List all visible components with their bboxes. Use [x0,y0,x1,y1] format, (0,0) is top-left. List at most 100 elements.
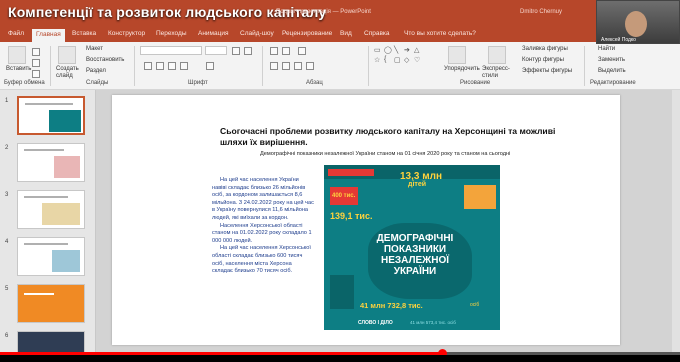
heart-shape-icon[interactable]: ♡ [414,56,420,64]
format-painter-icon[interactable] [32,70,40,78]
indent-icon[interactable] [298,47,306,55]
rectangle-shape-icon[interactable]: ▭ [374,46,381,54]
line-shape-icon[interactable]: ╲ [394,46,398,54]
slide-thumbnail-3[interactable] [17,190,85,229]
arrow-shape-icon[interactable]: ➔ [404,46,410,54]
slovo-i-dilo-logo: СЛОВО І ДІЛО [358,320,393,326]
arrange-button[interactable]: Упорядочить [444,66,480,72]
thumbnail-number: 1 [5,98,9,104]
slide-body-text[interactable]: На цей час населення України навіві скла… [212,177,314,276]
body-paragraph: Населення Херсонської області станом на … [212,222,312,244]
tab-transitions[interactable]: Переходы [156,30,187,37]
stat-139k: 139,1 тис. [330,211,373,221]
shape-fill-button[interactable]: Заливка фигуры [522,46,568,52]
bullets-icon[interactable] [270,47,278,55]
font-color-icon[interactable] [206,62,214,70]
webcam-overlay: Алексей Подко [596,0,680,44]
underline-icon[interactable] [168,62,176,70]
align-center-icon[interactable] [282,62,290,70]
thumbnail-image [54,156,80,178]
slide-title[interactable]: Сьогочасні проблеми розвитку людського к… [220,126,580,148]
italic-icon[interactable] [156,62,164,70]
reset-button[interactable]: Восстановить [86,57,124,63]
thumbnail-title-line [24,243,68,245]
slide-thumbnail-4[interactable] [17,237,85,276]
callout-shape-icon[interactable]: ◇ [404,56,409,64]
tab-review[interactable]: Рецензирование [282,30,332,37]
user-name[interactable]: Dmitro Chernuy [520,9,562,15]
shape-outline-button[interactable]: Контур фигуры [522,57,564,63]
tab-view[interactable]: Вид [340,30,352,37]
tell-me-search[interactable]: Что вы хотите сделать? [404,30,476,37]
find-button[interactable]: Найти [598,46,615,52]
ribbon-divider [584,46,585,86]
font-family-select[interactable] [140,46,202,55]
align-left-icon[interactable] [270,62,278,70]
grow-font-icon[interactable] [232,47,240,55]
font-size-select[interactable] [205,46,227,55]
ribbon-divider [262,46,263,86]
infographic-people-column [330,275,354,309]
align-right-icon[interactable] [294,62,302,70]
thumbnail-number: 3 [5,192,9,198]
copy-icon[interactable] [32,59,40,67]
infographic-orange-box [464,185,496,209]
infographic-headline: ДЕМОГРАФІЧНІ ПОКАЗНИКИ НЕЗАЛЕЖНОЇ УКРАЇН… [376,233,454,277]
replace-button[interactable]: Заменить [598,57,625,63]
tab-help[interactable]: Справка [364,30,390,37]
stat-400k: 400 тис. [332,193,356,199]
tab-home[interactable]: Главная [32,29,65,42]
rounded-rect-shape-icon[interactable]: ▢ [394,56,401,64]
triangle-shape-icon[interactable]: △ [414,46,419,54]
editing-group-label: Редактирование [590,80,636,86]
presenter-name-label: Алексей Подко [601,37,636,43]
thumbnail-number: 4 [5,239,9,245]
thumbnail-number: 6 [5,333,9,339]
thumbnail-image [42,203,80,225]
tab-animations[interactable]: Анимация [198,30,229,37]
tab-insert[interactable]: Вставка [72,30,96,37]
app-title: Подвиг-презентація — PowerPoint [276,9,371,15]
quick-styles-icon[interactable] [488,46,506,64]
slide-thumbnail-1[interactable] [17,96,85,135]
stat-41m-732k: 41 млн 732,8 тис. [360,301,423,310]
numbering-icon[interactable] [282,47,290,55]
thumbnail-title-line [24,149,64,151]
arrange-icon[interactable] [448,46,466,64]
thumbnail-title-line [24,196,68,198]
shrink-font-icon[interactable] [244,47,252,55]
ribbon-divider [134,46,135,86]
paste-button[interactable]: Вставить [6,66,31,72]
shape-effects-button[interactable]: Эффекты фигуры [522,68,572,74]
quick-styles-button[interactable]: Экспресс-стили [482,66,514,80]
thumbnail-image [49,110,81,132]
section-button[interactable]: Раздел [86,68,106,74]
paste-icon[interactable] [8,46,26,64]
tab-slideshow[interactable]: Слайд-шоу [240,30,274,37]
tab-file[interactable]: Файл [8,30,24,37]
tab-design[interactable]: Конструктор [108,30,145,37]
strikethrough-icon[interactable] [180,62,188,70]
demographics-infographic[interactable]: 400 тис. 13,3 млн дітей 139,1 тис. ДЕМОГ… [324,165,500,330]
current-slide[interactable]: Сьогочасні проблеми розвитку людського к… [112,95,620,345]
slide-subtitle[interactable]: Демографічні показники незалежної Україн… [260,151,510,157]
shapes-gallery[interactable]: ▭ ◯ ╲ ➔ △ ☆ { ▢ ◇ ♡ [374,46,436,76]
stat-41m-caption: осіб [470,302,480,308]
ribbon-divider [50,46,51,86]
brace-shape-icon[interactable]: { [384,56,386,63]
slides-group-label: Слайды [86,80,109,86]
layout-button[interactable]: Макет [86,46,103,52]
slide-thumbnail-5[interactable] [17,284,85,323]
ribbon: Вставить Буфер обмена Создать слайд Маке… [0,42,680,90]
title-bar: Компетенції та розвиток людського капіта… [0,0,680,28]
select-button[interactable]: Выделить [598,68,626,74]
star-shape-icon[interactable]: ☆ [374,56,380,64]
vertical-scrollbar[interactable] [672,90,680,352]
new-slide-button[interactable]: Создать слайд [56,66,82,80]
slide-thumbnail-2[interactable] [17,143,85,182]
cut-icon[interactable] [32,48,40,56]
justify-icon[interactable] [306,62,314,70]
new-slide-icon[interactable] [58,46,76,64]
bold-icon[interactable] [144,62,152,70]
oval-shape-icon[interactable]: ◯ [384,46,392,54]
